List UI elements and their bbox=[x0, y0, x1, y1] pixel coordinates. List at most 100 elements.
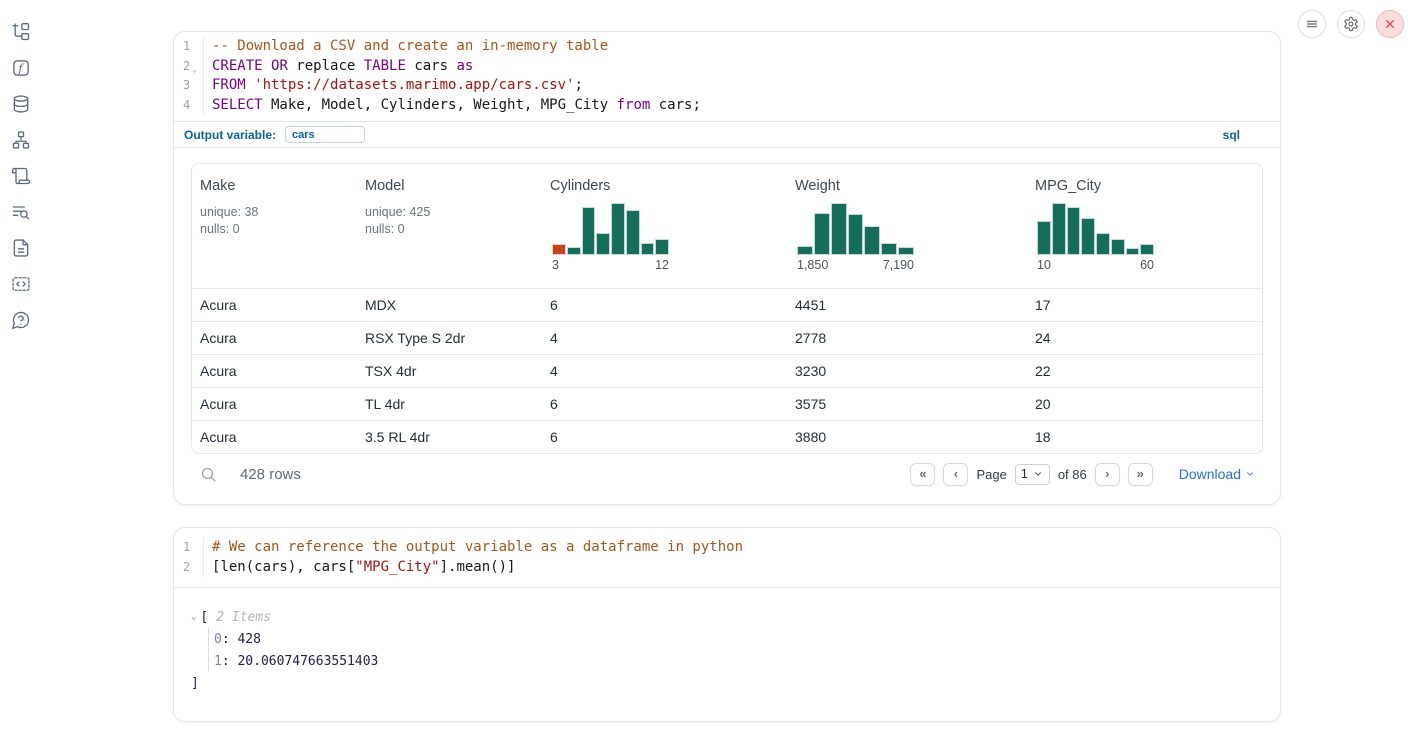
column-histogram[interactable]: 1060 bbox=[1037, 203, 1154, 272]
code-text[interactable]: SELECT Make, Model, Cylinders, Weight, M… bbox=[204, 96, 701, 116]
histogram-bar[interactable] bbox=[881, 243, 897, 255]
axis-max-label: 60 bbox=[1140, 258, 1154, 272]
next-page-button[interactable]: › bbox=[1095, 463, 1120, 486]
file-tree-icon[interactable] bbox=[10, 21, 32, 42]
table-cell: Acura bbox=[192, 363, 357, 379]
histogram-bar[interactable] bbox=[1052, 203, 1066, 255]
histogram-bar[interactable] bbox=[1037, 221, 1051, 255]
histogram-axis-labels: 312 bbox=[552, 258, 669, 272]
code-text[interactable]: FROM 'https://datasets.marimo.app/cars.c… bbox=[204, 76, 583, 96]
tree-item[interactable]: 1: 20.060747663551403 bbox=[214, 650, 1263, 672]
file-text-icon[interactable] bbox=[10, 237, 32, 258]
help-circle-icon[interactable] bbox=[10, 309, 32, 330]
histogram-bar[interactable] bbox=[898, 247, 914, 255]
sql-cell: 1 -- Download a CSV and create an in-memo… bbox=[173, 31, 1281, 505]
histogram-bars bbox=[552, 203, 669, 255]
gear-icon[interactable] bbox=[1337, 10, 1365, 38]
code-line[interactable]: 1# We can reference the output variable … bbox=[174, 538, 1280, 558]
function-square-icon[interactable]: f bbox=[10, 57, 32, 78]
table-cell: 4 bbox=[542, 330, 787, 346]
table-row[interactable]: AcuraMDX6445117 bbox=[192, 288, 1262, 321]
histogram-bar[interactable] bbox=[1096, 233, 1110, 255]
code-text[interactable]: -- Download a CSV and create an in-memor… bbox=[204, 37, 608, 57]
code-line[interactable]: 1-- Download a CSV and create an in-memo… bbox=[174, 37, 1280, 57]
table-cell: Acura bbox=[192, 330, 357, 346]
histogram-bar[interactable] bbox=[1067, 207, 1081, 255]
first-page-button[interactable]: « bbox=[910, 463, 935, 486]
collapse-chevron-icon[interactable]: ⌄ bbox=[191, 612, 196, 622]
axis-min-label: 3 bbox=[552, 258, 559, 272]
histogram-bar[interactable] bbox=[1081, 218, 1095, 255]
histogram-bar[interactable] bbox=[848, 214, 864, 255]
page-select-value: 1 bbox=[1021, 467, 1028, 481]
nulls-count: nulls: 0 bbox=[365, 221, 534, 238]
histogram-bar[interactable] bbox=[1126, 248, 1140, 255]
histogram-bar[interactable] bbox=[831, 203, 847, 255]
table-cell: Acura bbox=[192, 396, 357, 412]
table-cell: Acura bbox=[192, 297, 357, 313]
python-code-editor[interactable]: 1# We can reference the output variable … bbox=[174, 528, 1280, 588]
table-cell: 3575 bbox=[787, 396, 1027, 412]
last-page-button[interactable]: » bbox=[1128, 463, 1153, 486]
histogram-bar[interactable] bbox=[864, 226, 880, 255]
column-header-make[interactable]: Makeunique: 38nulls: 0 bbox=[192, 164, 357, 288]
table-cell: 20 bbox=[1027, 396, 1262, 412]
column-histogram[interactable]: 312 bbox=[552, 203, 669, 272]
nulls-count: nulls: 0 bbox=[200, 221, 349, 238]
code-line[interactable]: 4SELECT Make, Model, Cylinders, Weight, … bbox=[174, 96, 1280, 116]
table-cell: 6 bbox=[542, 429, 787, 445]
table-cell: TSX 4dr bbox=[357, 363, 542, 379]
histogram-bar[interactable] bbox=[582, 207, 596, 255]
histogram-bars bbox=[1037, 203, 1154, 255]
table-row[interactable]: Acura3.5 RL 4dr6388018 bbox=[192, 420, 1262, 453]
histogram-bar[interactable] bbox=[797, 246, 813, 255]
list-search-icon[interactable] bbox=[10, 201, 32, 222]
column-header-model[interactable]: Modelunique: 425nulls: 0 bbox=[357, 164, 542, 288]
language-badge[interactable]: sql bbox=[1223, 128, 1240, 142]
download-button[interactable]: Download bbox=[1179, 466, 1255, 482]
code-line[interactable]: 2⌄CREATE OR replace TABLE cars as bbox=[174, 57, 1280, 77]
histogram-bar[interactable] bbox=[641, 243, 655, 255]
table-row[interactable]: AcuraTSX 4dr4323022 bbox=[192, 354, 1262, 387]
histogram-bar[interactable] bbox=[1111, 239, 1125, 255]
data-table: Makeunique: 38nulls: 0Modelunique: 425nu… bbox=[191, 163, 1263, 454]
column-header-mpg_city[interactable]: MPG_City1060 bbox=[1027, 164, 1262, 288]
open-bracket: [ bbox=[200, 610, 208, 625]
histogram-bar[interactable] bbox=[596, 233, 610, 255]
network-icon[interactable] bbox=[10, 129, 32, 150]
code-snippet-icon[interactable] bbox=[10, 273, 32, 294]
histogram-bar[interactable] bbox=[1140, 244, 1154, 255]
column-header-weight[interactable]: Weight 1,8507,190 bbox=[787, 164, 1027, 288]
tree-item[interactable]: 0: 428 bbox=[214, 628, 1263, 650]
table-cell: 6 bbox=[542, 297, 787, 313]
database-icon[interactable] bbox=[10, 93, 32, 114]
table-row[interactable]: AcuraRSX Type S 2dr4277824 bbox=[192, 321, 1262, 354]
histogram-bar[interactable] bbox=[814, 213, 830, 255]
close-x-icon[interactable] bbox=[1376, 10, 1404, 38]
code-text[interactable]: [len(cars), cars["MPG_City"].mean()] bbox=[204, 558, 515, 578]
output-variable-input[interactable] bbox=[285, 126, 365, 143]
code-line[interactable]: 2[len(cars), cars["MPG_City"].mean()] bbox=[174, 558, 1280, 578]
histogram-bar[interactable] bbox=[567, 247, 581, 255]
code-text[interactable]: # We can reference the output variable a… bbox=[204, 538, 743, 558]
histogram-bar[interactable] bbox=[611, 203, 625, 255]
sql-code-editor[interactable]: 1-- Download a CSV and create an in-memo… bbox=[174, 32, 1280, 121]
histogram-bar[interactable] bbox=[552, 244, 566, 255]
output-tree: ⌄ [ 2 Items 0: 4281: 20.060747663551403 … bbox=[174, 588, 1280, 721]
code-line[interactable]: 3FROM 'https://datasets.marimo.app/cars.… bbox=[174, 76, 1280, 96]
table-cell: RSX Type S 2dr bbox=[357, 330, 542, 346]
column-header-cylinders[interactable]: Cylinders312 bbox=[542, 164, 787, 288]
histogram-bar[interactable] bbox=[626, 210, 640, 255]
column-stats: unique: 425nulls: 0 bbox=[365, 204, 534, 238]
page-select[interactable]: 1 bbox=[1015, 464, 1050, 485]
histogram-bar[interactable] bbox=[655, 239, 669, 255]
code-text[interactable]: CREATE OR replace TABLE cars as bbox=[204, 57, 473, 77]
table-row[interactable]: AcuraTL 4dr6357520 bbox=[192, 387, 1262, 420]
scroll-icon[interactable] bbox=[10, 165, 32, 186]
column-name: Weight bbox=[795, 178, 1019, 194]
column-name: Make bbox=[200, 178, 349, 194]
column-histogram[interactable]: 1,8507,190 bbox=[797, 203, 914, 272]
search-icon[interactable] bbox=[200, 466, 217, 483]
hamburger-menu-icon[interactable] bbox=[1298, 10, 1326, 38]
previous-page-button[interactable]: ‹ bbox=[943, 463, 968, 486]
